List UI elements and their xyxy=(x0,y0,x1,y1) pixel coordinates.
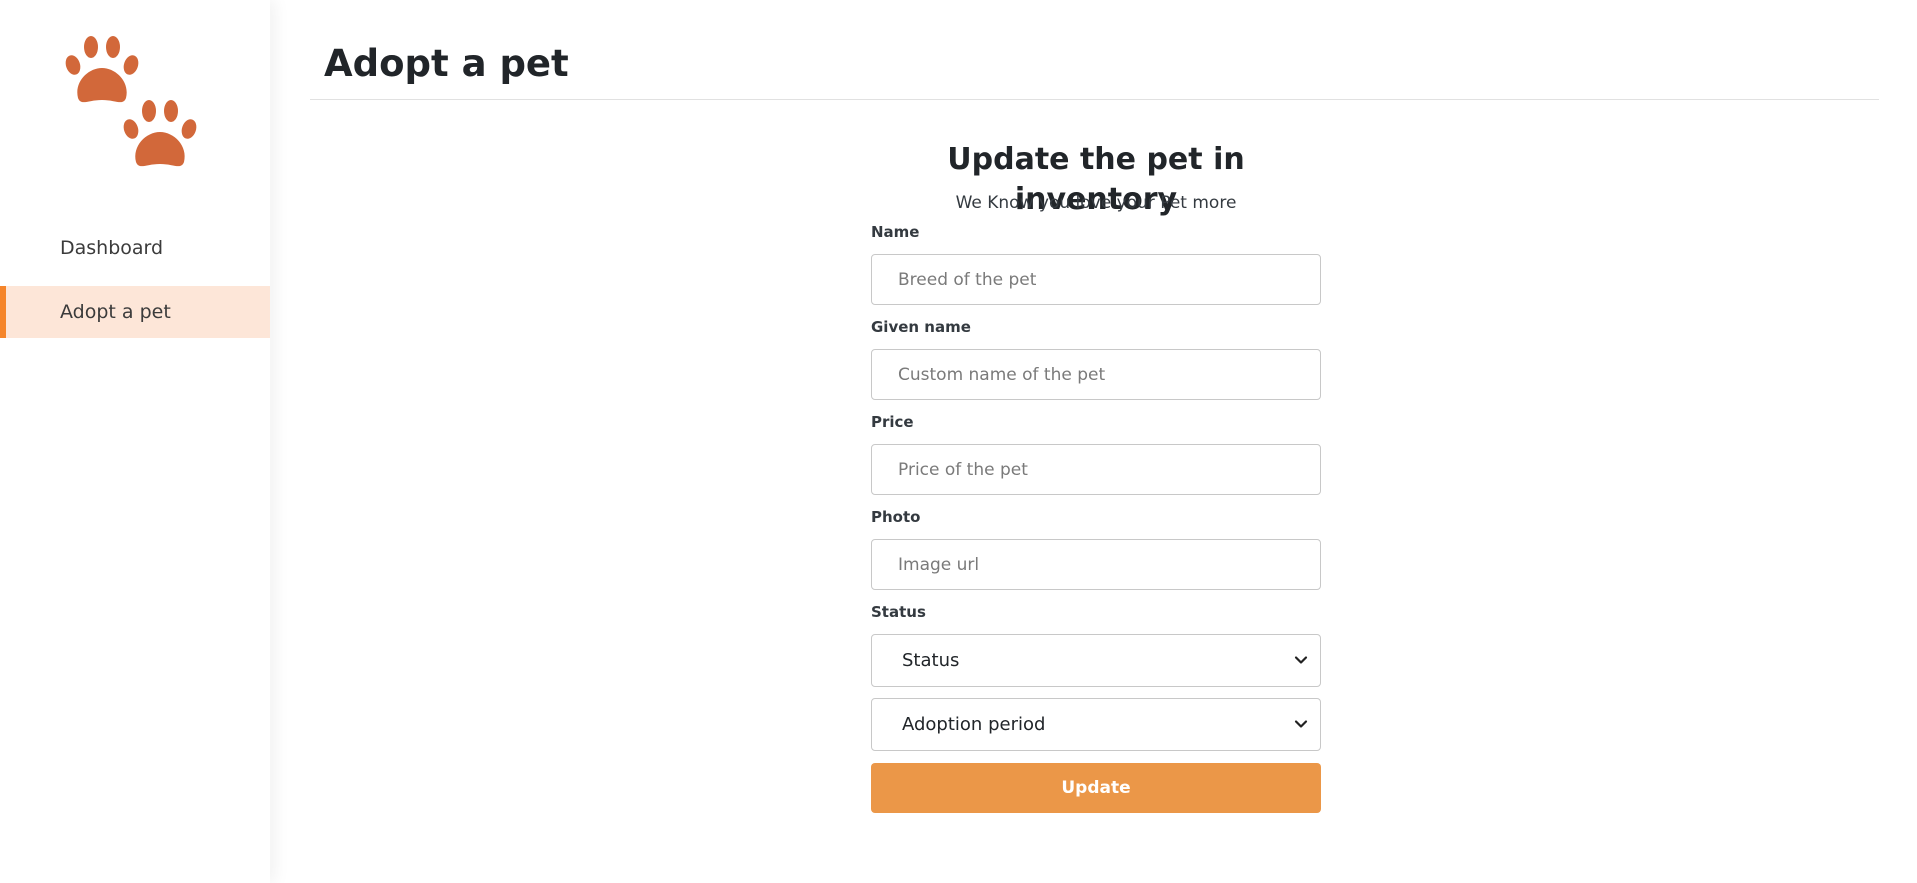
sidebar-item-label: Adopt a pet xyxy=(60,301,171,323)
price-label: Price xyxy=(871,413,914,431)
adoption-period-select[interactable]: Adoption period xyxy=(871,698,1321,751)
form-heading: Update the pet in inventory xyxy=(947,142,1245,217)
adoption-period-select-value: Adoption period xyxy=(902,714,1046,735)
paw-prints-icon[interactable] xyxy=(60,30,210,180)
sidebar-item-dashboard[interactable]: Dashboard xyxy=(0,222,270,274)
sidebar-nav: Dashboard Adopt a pet xyxy=(0,222,270,338)
update-button[interactable]: Update xyxy=(871,763,1321,813)
chevron-down-icon xyxy=(1294,720,1308,728)
title-divider xyxy=(310,99,1879,100)
app-root: Dashboard Adopt a pet Adopt a pet Update… xyxy=(0,0,1917,883)
price-input[interactable] xyxy=(871,444,1321,495)
chevron-down-icon xyxy=(1294,656,1308,664)
page-title: Adopt a pet xyxy=(324,42,569,85)
sidebar: Dashboard Adopt a pet xyxy=(0,0,270,883)
name-input[interactable] xyxy=(871,254,1321,305)
form-subheading: We Know you love your Pet more xyxy=(955,193,1237,213)
photo-label: Photo xyxy=(871,508,921,526)
given-name-input[interactable] xyxy=(871,349,1321,400)
update-pet-form: Update the pet in inventory We Know you … xyxy=(871,140,1321,813)
status-select[interactable]: Status xyxy=(871,634,1321,687)
status-select-value: Status xyxy=(902,650,960,671)
sidebar-item-adopt-a-pet[interactable]: Adopt a pet xyxy=(0,286,270,338)
name-label: Name xyxy=(871,223,920,241)
status-label: Status xyxy=(871,603,926,621)
sidebar-item-label: Dashboard xyxy=(60,237,164,259)
photo-url-input[interactable] xyxy=(871,539,1321,590)
given-name-label: Given name xyxy=(871,318,971,336)
